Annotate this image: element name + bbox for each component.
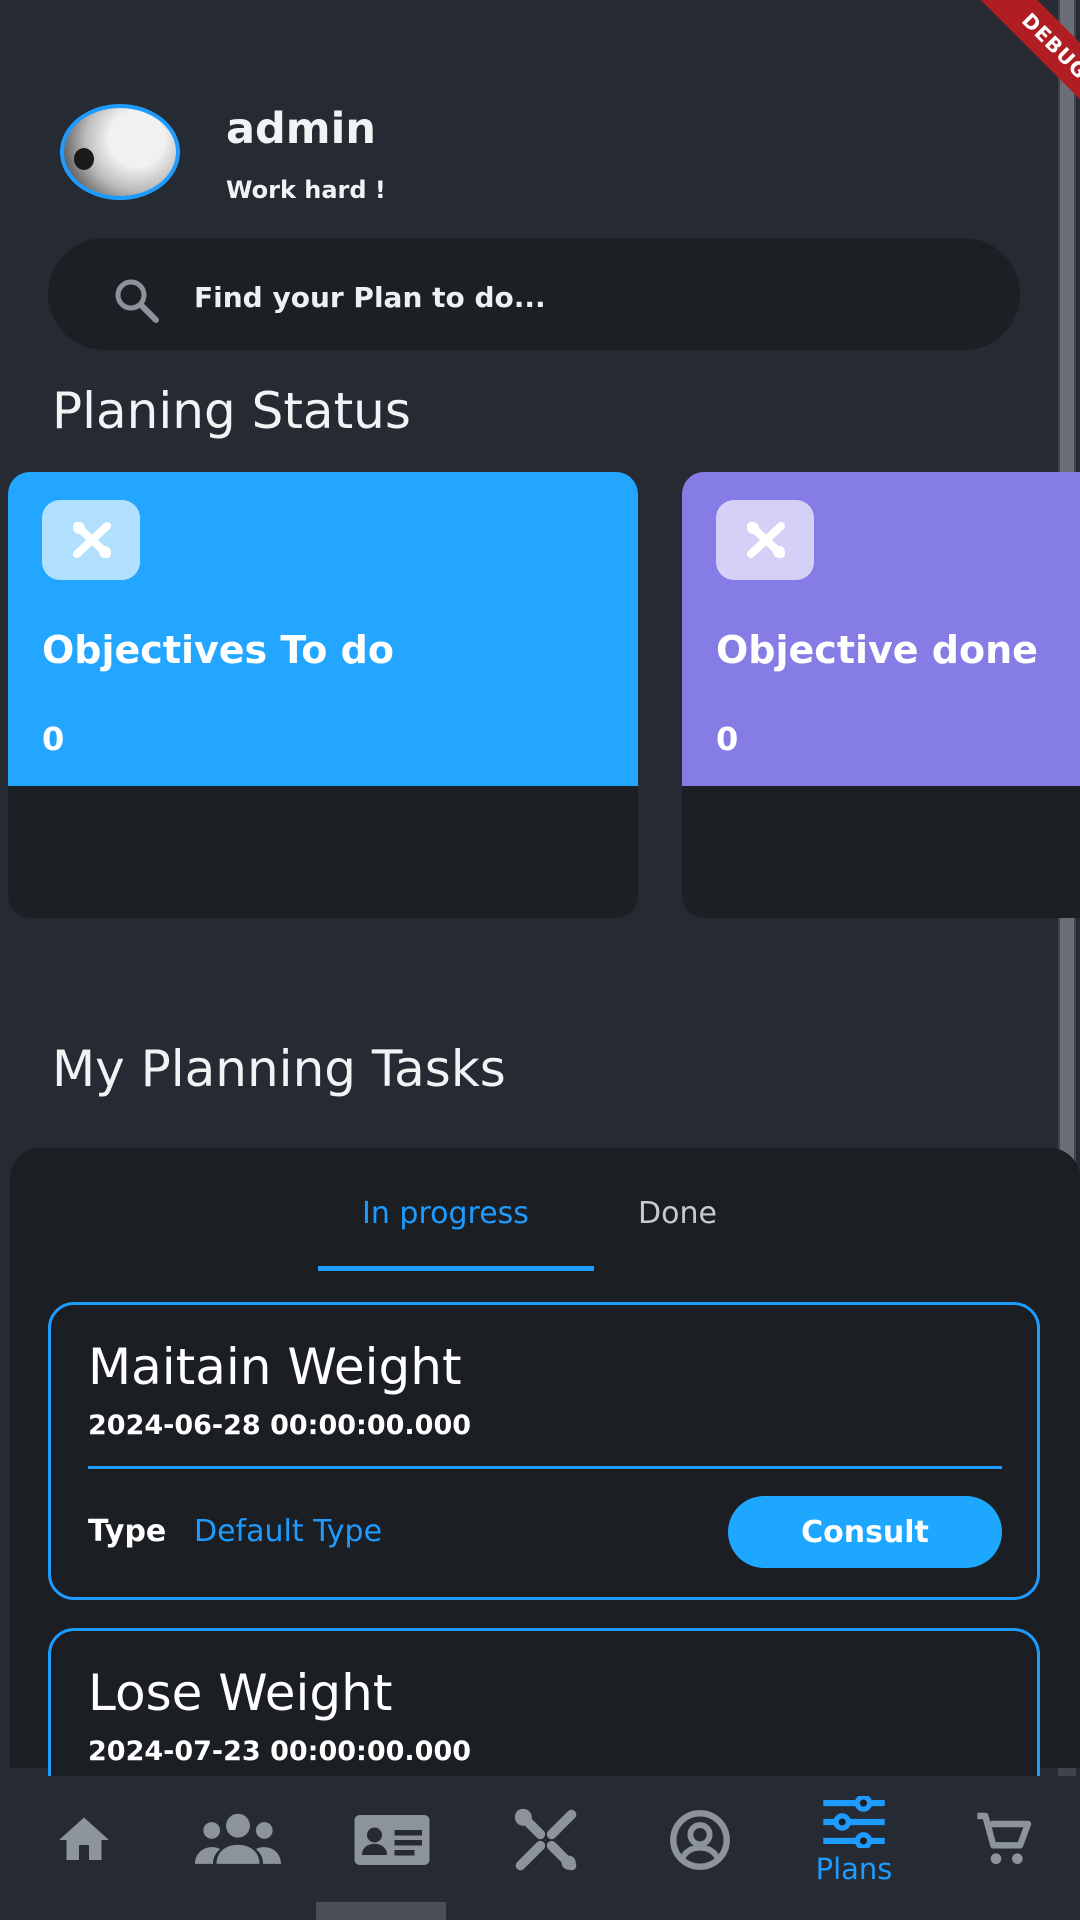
nav-home[interactable] (24, 1796, 144, 1906)
tune-icon (823, 1796, 885, 1848)
tools-icon (514, 1808, 577, 1871)
nav-plans-label: Plans (815, 1852, 893, 1886)
cart-icon (977, 1812, 1032, 1864)
search-icon (115, 279, 159, 323)
status-card-done-label: Objective done (716, 628, 1038, 672)
tab-in-progress[interactable]: In progress (362, 1196, 529, 1231)
tagline: Work hard ! (226, 176, 386, 204)
status-card-todo-count: 0 (42, 720, 65, 758)
status-card-todo-label: Objectives To do (42, 628, 394, 672)
status-card-done[interactable] (682, 472, 1080, 918)
task-title: Maitain Weight (88, 1338, 462, 1396)
avatar[interactable] (60, 104, 180, 200)
consult-button[interactable]: Consult (728, 1496, 1002, 1568)
status-section-title: Planing Status (52, 382, 411, 440)
task-type-label: Type (88, 1514, 167, 1549)
task-title: Lose Weight (88, 1664, 393, 1722)
search-input[interactable] (192, 268, 896, 326)
nav-tools[interactable] (486, 1796, 606, 1906)
status-card-done-count: 0 (716, 720, 739, 758)
nav-users[interactable] (178, 1796, 298, 1906)
id-card-icon (354, 1815, 430, 1865)
nav-account[interactable] (640, 1796, 760, 1906)
nav-cart[interactable] (944, 1796, 1064, 1906)
home-indicator (316, 1902, 446, 1920)
home-icon (59, 1817, 109, 1860)
tab-done[interactable]: Done (638, 1196, 717, 1231)
task-divider (88, 1466, 1002, 1469)
tools-icon (716, 500, 814, 580)
username: admin (226, 104, 376, 154)
nav-plans[interactable]: Plans (794, 1796, 914, 1906)
tab-indicator (318, 1266, 594, 1271)
status-card-todo[interactable] (8, 472, 638, 918)
tools-icon (42, 500, 140, 580)
nav-id-card[interactable] (332, 1796, 452, 1906)
account-circle-icon (670, 1810, 730, 1870)
users-icon (195, 1813, 281, 1864)
task-type-value: Default Type (194, 1514, 383, 1549)
tasks-section-title: My Planning Tasks (52, 1040, 506, 1098)
task-date: 2024-06-28 00:00:00.000 (88, 1410, 472, 1441)
task-date: 2024-07-23 00:00:00.000 (88, 1736, 472, 1767)
